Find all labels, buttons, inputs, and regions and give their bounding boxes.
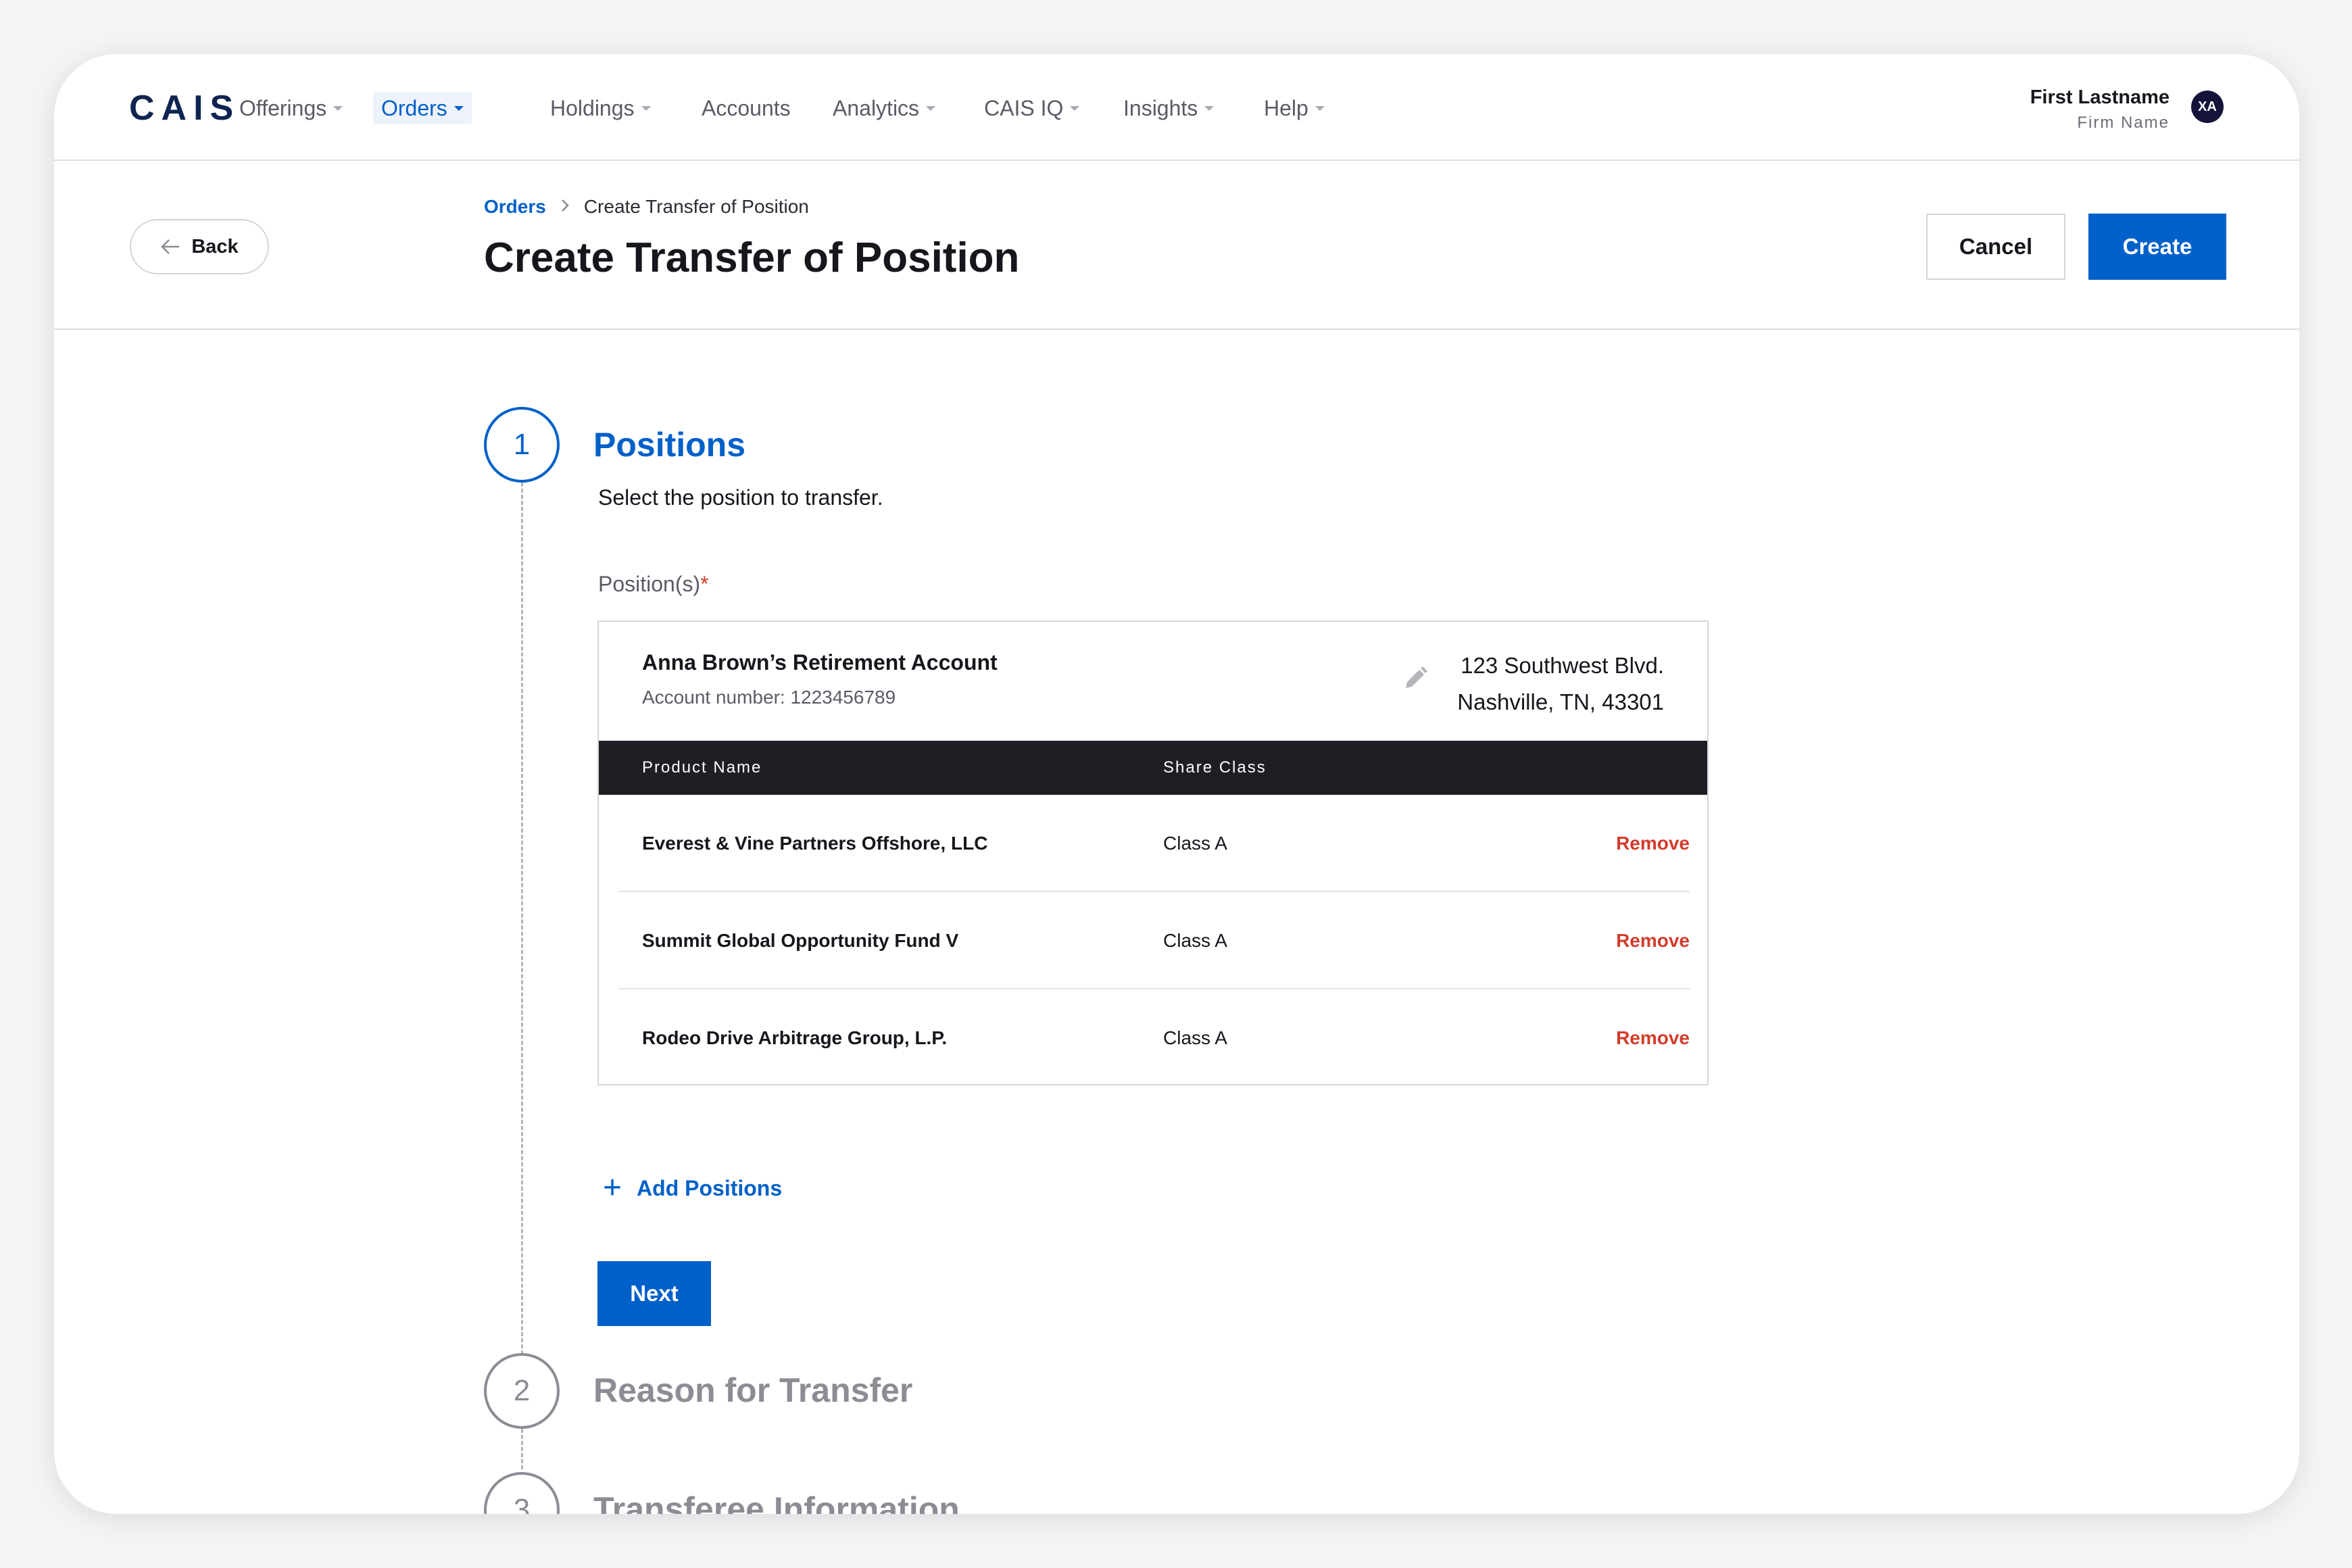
remove-button[interactable]: Remove [1616,930,1690,952]
step-description: Select the position to transfer. [598,485,883,510]
nav-label: CAIS IQ [984,95,1064,120]
product-name: Summit Global Opportunity Fund V [642,930,959,951]
nav-label: Analytics [833,95,920,120]
firm-name: Firm Name [2077,114,2170,132]
user-name[interactable]: First Lastname [2030,87,2170,109]
remove-button[interactable]: Remove [1616,833,1690,854]
stepper-connector [521,1429,523,1469]
caret-down-icon [333,105,343,111]
column-header-share-class: Share Class [1163,758,1267,777]
step-2-indicator: 2 [484,1353,560,1429]
positions-card: Anna Brown’s Retirement Account Account … [597,620,1709,1085]
caret-down-icon [641,105,651,111]
nav-analytics[interactable]: Analytics [833,92,936,124]
step-2-title: Reason for Transfer [593,1371,913,1409]
field-label-text: Position(s) [598,572,701,596]
next-button[interactable]: Next [597,1261,711,1326]
nav-label: Holdings [550,95,635,120]
share-class: Class A [1163,930,1227,951]
caret-down-icon [926,105,936,111]
column-header-product: Product Name [642,758,762,777]
account-address: 123 Southwest Blvd. Nashville, TN, 43301 [1457,647,1664,720]
arrow-left-icon [161,239,180,254]
nav-orders[interactable]: Orders [373,92,472,124]
stepper-connector [521,483,523,1391]
nav-holdings[interactable]: Holdings [550,92,651,124]
caret-down-icon [1070,105,1080,111]
table-row: Summit Global Opportunity Fund V Class A… [619,892,1690,989]
account-number: Account number: 1223456789 [642,687,896,708]
nav-offerings[interactable]: Offerings [239,92,343,124]
address-line-1: 123 Southwest Blvd. [1461,653,1664,678]
required-mark: * [700,572,709,596]
account-name: Anna Brown’s Retirement Account [642,650,998,675]
top-nav: CAIS Offerings Orders Holdings Accounts … [54,54,2299,161]
page-title: Create Transfer of Position [484,235,1020,281]
back-label: Back [191,235,239,258]
address-line-2: Nashville, TN, 43301 [1457,689,1664,714]
nav-label: Help [1264,95,1308,120]
breadcrumb-orders[interactable]: Orders [484,196,546,218]
nav-label: Offerings [239,95,327,120]
share-class: Class A [1163,833,1227,854]
nav-accounts[interactable]: Accounts [702,92,791,124]
nav-insights[interactable]: Insights [1123,92,1215,124]
back-button[interactable]: Back [130,219,269,274]
breadcrumb: Orders Create Transfer of Position [484,196,809,218]
chevron-right-icon [560,196,570,218]
step-1-indicator: 1 [484,407,560,483]
table-row: Rodeo Drive Arbitrage Group, L.P. Class … [619,989,1690,1087]
app-window: CAIS Offerings Orders Holdings Accounts … [54,54,2299,1514]
caret-down-icon [1204,105,1215,111]
positions-field-label: Position(s)* [598,572,709,597]
nav-help[interactable]: Help [1264,92,1325,124]
nav-label: Accounts [702,95,791,120]
nav-label: Orders [381,95,447,120]
page-header: Back Orders Create Transfer of Position … [54,161,2299,330]
product-name: Everest & Vine Partners Offshore, LLC [642,833,988,854]
plus-icon: + [603,1170,622,1206]
step-3-title: Transferee Information [593,1490,960,1514]
step-1-title: Positions [593,426,746,464]
add-positions-button[interactable]: + Add Positions [603,1172,782,1204]
table-row: Everest & Vine Partners Offshore, LLC Cl… [619,795,1690,892]
pencil-icon[interactable] [1402,665,1429,695]
cancel-button[interactable]: Cancel [1926,214,2065,280]
step-3-indicator: 3 [484,1472,560,1514]
avatar[interactable]: XA [2191,91,2224,123]
share-class: Class A [1163,1027,1227,1048]
remove-button[interactable]: Remove [1616,1027,1690,1049]
caret-down-icon [1315,105,1325,111]
cais-logo[interactable]: CAIS [129,88,240,128]
nav-label: Insights [1123,95,1198,120]
breadcrumb-current: Create Transfer of Position [583,196,809,217]
nav-cais-iq[interactable]: CAIS IQ [984,92,1080,124]
table-header: Product Name Share Class [599,741,1707,795]
add-positions-label: Add Positions [637,1175,783,1200]
product-name: Rodeo Drive Arbitrage Group, L.P. [642,1027,948,1048]
create-button[interactable]: Create [2088,214,2226,280]
caret-down-icon [454,105,464,111]
